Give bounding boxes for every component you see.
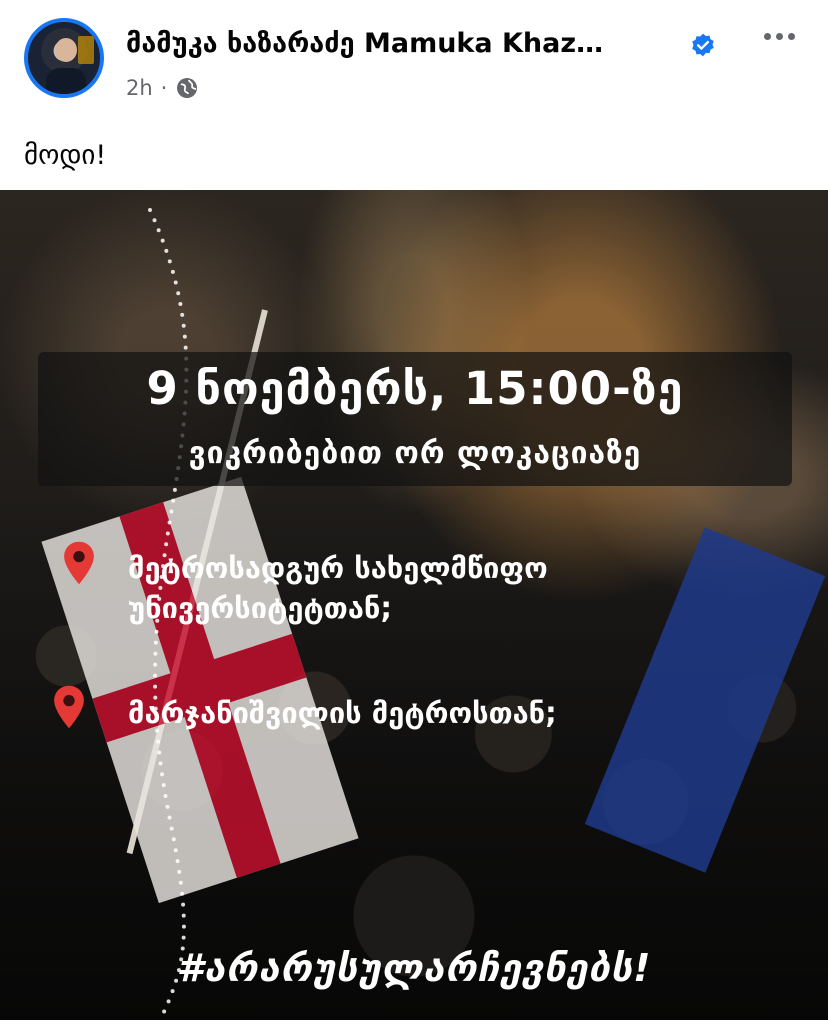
avatar-suit [46,68,86,94]
location-pin-icon [64,541,94,585]
verified-badge-icon [692,33,714,57]
hashtag-text: #არარუსულარჩევნებს! [176,946,652,990]
headline-date: 9 ნოემბერს, 15:00-ზე [146,362,684,415]
post-caption: მოდი! [24,140,107,171]
post-meta: 2h · [126,76,199,100]
location-1-text: მეტროსადგურ სახელმწიფო უნივერსიტეტთან; [128,551,548,625]
globe-icon[interactable] [175,76,199,100]
post-header: მამუკა ხაზარაძე Mamuka Khaz… 2h · [0,0,828,120]
avatar-flag [78,36,94,64]
headline-subtitle: ვიკრიბებით ორ ლოკაციაზე [188,436,642,471]
post-image[interactable]: 9 ნოემბერს, 15:00-ზე ვიკრიბებით ორ ლოკაც… [0,190,828,1020]
location-2-text: მარჯანიშვილის მეტროსთან; [128,696,557,730]
post-time[interactable]: 2h [126,76,153,100]
avatar-face [55,38,77,62]
meta-separator: · [160,76,168,100]
author-name[interactable]: მამუკა ხაზარაძე Mamuka Khaz… [126,28,603,59]
more-options-icon[interactable] [764,24,808,48]
author-avatar[interactable] [24,18,104,98]
location-pin-icon [54,685,84,729]
